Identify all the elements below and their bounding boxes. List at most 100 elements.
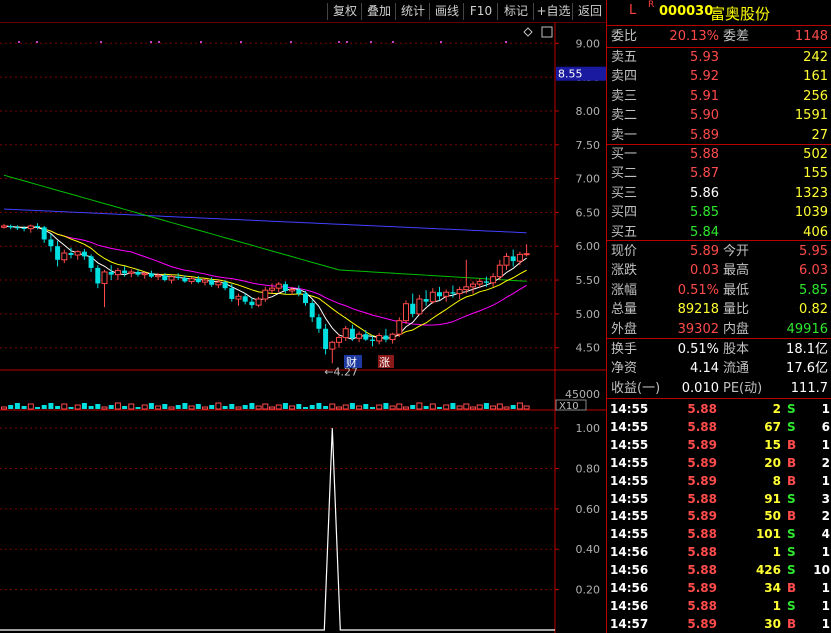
candle-body — [476, 280, 483, 285]
toolbar-button-4[interactable]: F10 — [463, 3, 498, 20]
price-tick-label: 7.00 — [576, 173, 601, 186]
tick-volume: 30 — [764, 616, 781, 631]
bid-price: 5.86 — [690, 185, 719, 201]
tick-price: 5.88 — [687, 598, 717, 613]
bid-row[interactable]: 买一 5.88 502 — [607, 145, 831, 164]
tick-price: 5.89 — [687, 509, 717, 524]
bid-price: 5.88 — [690, 147, 719, 162]
stats-value: 0.010 — [681, 380, 719, 396]
toolbar-button-0[interactable]: 复权 — [327, 3, 362, 20]
stock-header: L R 000030 富奥股份 — [607, 0, 831, 24]
toolbar-button-7[interactable]: 返回 — [572, 3, 607, 20]
ask-row[interactable]: 卖二 5.90 1591 — [607, 106, 831, 125]
volume-bar — [195, 404, 201, 409]
toolbar-button-3[interactable]: 画线 — [429, 3, 464, 20]
toolbar-button-2[interactable]: 统计 — [395, 3, 430, 20]
candle-body — [309, 303, 315, 318]
tick-row[interactable]: 14:56 5.88 1 S 1 — [607, 597, 831, 615]
tick-side: B — [787, 455, 797, 470]
volume-bar — [496, 403, 503, 410]
tick-row[interactable]: 14:55 5.88 67 S 6 — [607, 418, 831, 436]
candle-body — [155, 274, 162, 278]
tick-row[interactable]: 14:56 5.89 34 B 1 — [607, 579, 831, 597]
volume-bar — [135, 407, 141, 409]
volume-bar — [269, 406, 275, 410]
volume-bar — [255, 405, 262, 410]
bid-row[interactable]: 买三 5.86 1323 — [607, 184, 831, 203]
candle-body — [55, 246, 61, 260]
tick-row[interactable]: 14:55 5.88 91 S 3 — [607, 490, 831, 508]
toolbar-button-5[interactable]: 标记 — [497, 3, 534, 20]
tick-row[interactable]: 14:55 5.88 2 S 1 — [607, 400, 831, 418]
tick-side: S — [787, 491, 796, 506]
volume-bar — [396, 403, 403, 410]
tick-side: B — [787, 581, 797, 595]
candle-body — [275, 283, 282, 289]
tick-row[interactable]: 14:55 5.88 101 S 4 — [607, 525, 831, 543]
tick-price: 5.89 — [687, 437, 717, 452]
price-tick-label: 7.50 — [576, 139, 601, 152]
marker-dot — [150, 41, 152, 43]
candle-body — [510, 256, 516, 262]
ask-label: 卖二 — [611, 108, 638, 124]
tick-row[interactable]: 14:55 5.89 50 B 2 — [607, 507, 831, 525]
volume-bar — [282, 403, 288, 409]
marker-dot — [158, 41, 160, 43]
candle-body — [27, 225, 34, 230]
candle-body — [516, 253, 523, 262]
tag-label-1: 财 — [346, 355, 357, 369]
stats-label: 股本 — [723, 342, 750, 357]
ask-volume: 27 — [811, 127, 828, 143]
candle-body — [209, 280, 215, 285]
candle-body — [61, 252, 68, 261]
toolbar-button-6[interactable]: +自选 — [533, 3, 573, 20]
bid-row[interactable]: 买四 5.85 1039 — [607, 203, 831, 222]
toolbar-button-1[interactable]: 叠加 — [361, 3, 396, 20]
weibi-label: 委比 — [611, 29, 638, 44]
kline-chart[interactable]: 9.008.508.007.507.006.506.005.505.004.50… — [0, 0, 606, 633]
ask-price: 5.89 — [690, 127, 719, 143]
ask-row[interactable]: 卖五 5.93 242 — [607, 48, 831, 67]
quote-label: 现价 — [611, 244, 638, 259]
bid-row[interactable]: 买二 5.87 155 — [607, 164, 831, 183]
candle-body — [410, 303, 416, 314]
candle-body — [35, 225, 40, 228]
tick-side: S — [787, 419, 796, 434]
candle-body — [1, 225, 7, 228]
tick-row[interactable]: 14:57 5.89 30 B 1 — [607, 615, 831, 633]
ma10-line — [3, 225, 527, 340]
volume-bar — [114, 402, 121, 410]
tick-row[interactable]: 14:55 5.89 8 B 1 — [607, 472, 831, 490]
tick-row[interactable]: 14:55 5.89 20 B 2 — [607, 454, 831, 472]
quote-panel: L R 000030 富奥股份 委比 20.13% 委差 1148 卖五 5.93… — [606, 0, 831, 633]
candle-body — [249, 301, 255, 306]
candle-body — [41, 227, 47, 240]
bid-price: 5.87 — [690, 166, 719, 182]
candle-body — [128, 271, 135, 274]
tick-row[interactable]: 14:55 5.89 15 B 1 — [607, 436, 831, 454]
tick-volume: 15 — [764, 437, 781, 452]
bid-row[interactable]: 买五 5.84 406 — [607, 223, 831, 242]
tick-side: B — [787, 473, 797, 488]
candle-body — [95, 267, 101, 284]
tick-row[interactable]: 14:56 5.88 1 S 1 — [607, 543, 831, 561]
volume-bar — [155, 405, 162, 410]
bid-volume: 502 — [803, 147, 828, 162]
quote-value: 39302 — [677, 321, 719, 337]
candle-body — [316, 317, 322, 329]
tick-price: 5.89 — [687, 455, 717, 470]
ask-row[interactable]: 卖三 5.91 256 — [607, 87, 831, 106]
weibi-row: 委比 20.13% 委差 1148 — [607, 27, 831, 46]
tick-count: 1 — [821, 437, 830, 452]
tick-row[interactable]: 14:56 5.88 426 S 10 — [607, 561, 831, 579]
volume-bar — [289, 405, 296, 410]
price-tick-label: 6.00 — [576, 240, 601, 253]
ask-row[interactable]: 卖一 5.89 27 — [607, 126, 831, 145]
indicator-tick-label: 0.80 — [576, 462, 601, 475]
volume-bar — [235, 406, 242, 410]
candle-body — [148, 273, 154, 277]
ask-label: 卖一 — [611, 127, 638, 143]
ma5-line — [3, 225, 527, 340]
ask-row[interactable]: 卖四 5.92 161 — [607, 67, 831, 86]
tick-time: 14:56 — [610, 563, 649, 578]
